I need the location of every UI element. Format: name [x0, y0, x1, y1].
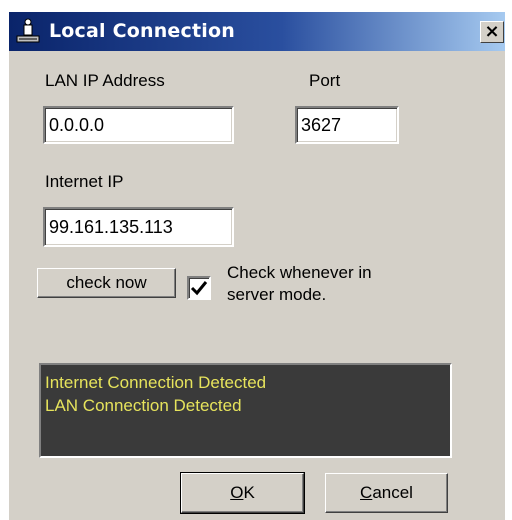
cancel-mnemonic: C	[360, 483, 373, 502]
local-connection-dialog: Local Connection × LAN IP Address Port I…	[9, 12, 505, 520]
server-mode-checkbox[interactable]	[187, 276, 211, 300]
status-line-internet: Internet Connection Detected	[45, 373, 267, 392]
check-now-label: check now	[66, 273, 147, 292]
close-icon: ×	[484, 21, 500, 42]
checkmark-icon	[190, 281, 208, 296]
ok-label-rest: K	[243, 483, 255, 502]
port-input[interactable]	[297, 108, 397, 142]
ok-mnemonic: O	[230, 483, 244, 502]
check-now-button[interactable]: check now	[37, 268, 176, 298]
status-line-lan: LAN Connection Detected	[45, 396, 242, 415]
cancel-button[interactable]: Cancel	[325, 473, 448, 513]
cancel-label-rest: ancel	[372, 483, 413, 502]
server-mode-line1: Check whenever in	[227, 263, 372, 282]
connection-status-box: Internet Connection Detected LAN Connect…	[39, 363, 452, 458]
lan-ip-label: LAN IP Address	[45, 71, 165, 90]
window-title: Local Connection	[49, 20, 235, 42]
server-mode-line2: server mode.	[227, 285, 327, 304]
ok-button[interactable]: OK	[180, 472, 305, 514]
close-button[interactable]: ×	[480, 21, 504, 43]
internet-ip-label: Internet IP	[45, 172, 124, 191]
port-label: Port	[309, 71, 341, 90]
internet-ip-input[interactable]	[45, 209, 232, 245]
network-computer-icon	[16, 18, 40, 43]
internet-ip-field[interactable]	[43, 207, 234, 247]
title-bar[interactable]: Local Connection ×	[9, 12, 505, 51]
lan-ip-field[interactable]	[43, 106, 234, 144]
server-mode-label: Check whenever in server mode.	[227, 262, 372, 306]
port-field[interactable]	[295, 106, 399, 144]
lan-ip-input[interactable]	[45, 108, 232, 142]
